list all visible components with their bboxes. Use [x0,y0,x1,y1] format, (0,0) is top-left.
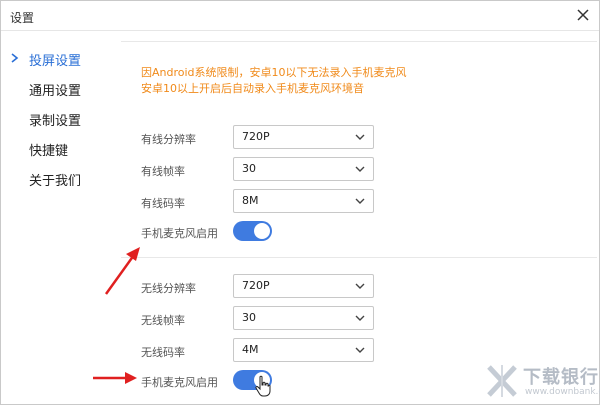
chevron-down-icon [355,198,365,204]
title-bar: 设置 [1,1,599,31]
settings-content: 因Android系统限制，安卓10以下无法录入手机麦克风 安卓10以上开启后自动… [111,32,599,404]
section-divider [121,41,597,42]
sidebar-item-recording-settings[interactable]: 录制设置 [29,110,81,129]
chevron-down-icon [355,347,365,353]
close-icon[interactable] [575,7,591,23]
window-title: 设置 [10,11,35,25]
wireless-bitrate-value: 4M [242,343,259,356]
wireless-resolution-value: 720P [242,279,270,292]
sidebar-item-general-settings[interactable]: 通用设置 [29,80,81,99]
notice-line-1: 因Android系统限制，安卓10以下无法录入手机麦克风 [141,66,407,79]
wired-framerate-value: 30 [242,162,256,175]
chevron-down-icon [355,315,365,321]
wired-bitrate-value: 8M [242,194,259,207]
wired-mic-label: 手机麦克风启用 [141,227,218,240]
watermark-url: www.downbank.cn [525,387,600,397]
wireless-framerate-select[interactable]: 30 [233,306,374,330]
sidebar-item-cast-settings[interactable]: 投屏设置 [29,50,81,69]
wireless-resolution-select[interactable]: 720P [233,274,374,298]
sidebar-item-shortcuts[interactable]: 快捷键 [29,140,68,159]
chevron-down-icon [355,166,365,172]
wireless-resolution-label: 无线分辨率 [141,282,196,295]
sidebar-item-about-us[interactable]: 关于我们 [29,170,81,189]
mouse-cursor-icon [255,375,271,397]
wired-framerate-select[interactable]: 30 [233,157,374,181]
settings-window: 设置 投屏设置 通用设置 录制设置 快捷键 关于我们 因Android系统限制，… [0,0,600,405]
wired-framerate-label: 有线帧率 [141,165,185,178]
chevron-down-icon [355,134,365,140]
wired-resolution-label: 有线分辨率 [141,133,196,146]
active-nav-arrow-icon [11,53,19,63]
wired-bitrate-select[interactable]: 8M [233,189,374,213]
wireless-mic-label: 手机麦克风启用 [141,376,218,389]
wired-bitrate-label: 有线码率 [141,197,185,210]
watermark: 下载银行 www.downbank.cn [485,361,600,403]
wireless-framerate-value: 30 [242,311,256,324]
wireless-bitrate-select[interactable]: 4M [233,338,374,362]
chevron-down-icon [355,283,365,289]
section-divider [121,257,597,258]
watermark-title: 下载银行 [523,367,599,388]
wired-resolution-select[interactable]: 720P [233,125,374,149]
wired-mic-toggle[interactable] [233,221,272,241]
wireless-framerate-label: 无线帧率 [141,314,185,327]
notice-line-2: 安卓10以上开启后自动录入手机麦克风环境音 [141,82,364,95]
watermark-logo-icon [487,365,517,397]
sidebar: 投屏设置 通用设置 录制设置 快捷键 关于我们 [1,32,111,404]
wireless-bitrate-label: 无线码率 [141,346,185,359]
wired-resolution-value: 720P [242,130,270,143]
toggle-knob [254,223,270,239]
